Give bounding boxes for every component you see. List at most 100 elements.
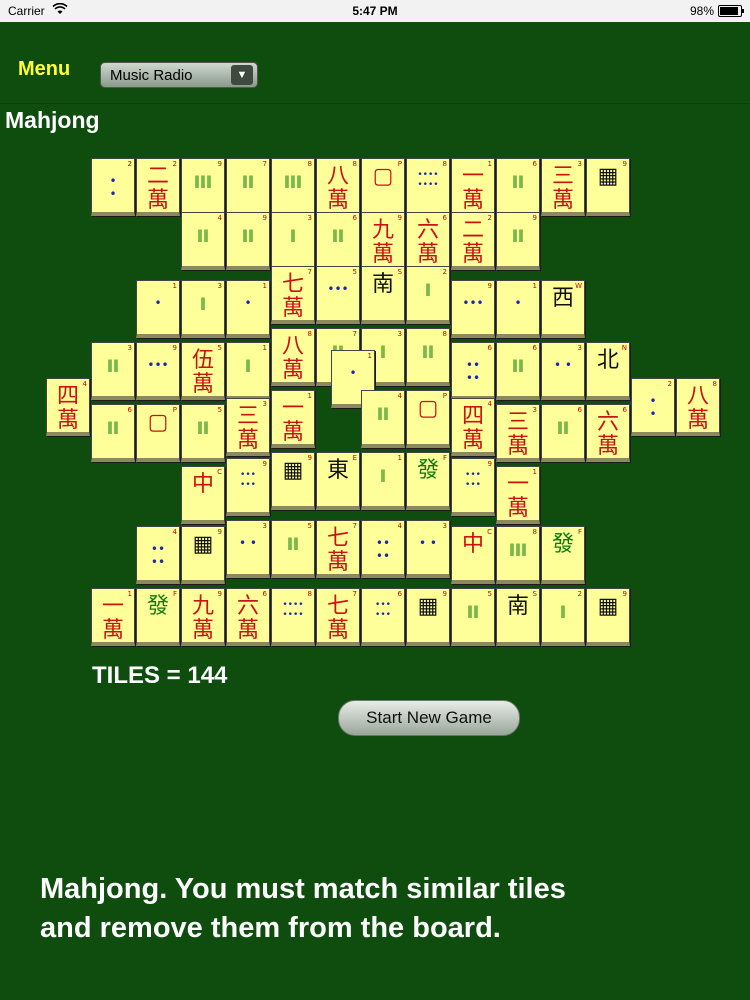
mahjong-tile[interactable]: C中 xyxy=(181,466,225,524)
menu-button[interactable]: Menu xyxy=(18,58,70,81)
mahjong-tile[interactable]: 6 ‖‖ xyxy=(496,158,540,216)
mahjong-tile[interactable]: 4四 萬 xyxy=(451,398,495,456)
tile-corner-label: 3 xyxy=(397,330,402,338)
mahjong-tile[interactable]: 5 ‖‖ xyxy=(271,520,315,578)
tile-face: ‖‖ xyxy=(197,228,209,242)
mahjong-tile[interactable]: 3 • • xyxy=(406,520,450,578)
mahjong-tile[interactable]: 3 ‖‖ xyxy=(91,342,135,400)
tile-corner-label: 9 xyxy=(532,214,537,222)
mahjong-tile[interactable]: 6 ‖‖ xyxy=(496,342,540,400)
tile-corner-label: 8 xyxy=(442,330,447,338)
mahjong-tile[interactable]: 2 ‖ xyxy=(406,266,450,324)
mahjong-tile[interactable]: 9 ▦ xyxy=(406,588,450,646)
mahjong-tile[interactable]: W西 xyxy=(541,280,585,338)
mahjong-tile[interactable]: 1 ‖ xyxy=(226,342,270,400)
mahjong-tile[interactable]: 9九 萬 xyxy=(181,588,225,646)
mahjong-tile[interactable]: 9 ▦ xyxy=(586,588,630,646)
mahjong-tile[interactable]: 3三 萬 xyxy=(226,398,270,456)
mahjong-tile[interactable]: 3 ‖ xyxy=(181,280,225,338)
mahjong-tile[interactable]: 9 ▦ xyxy=(181,526,225,584)
tile-face: •• •• xyxy=(465,358,481,386)
mahjong-tile[interactable]: 9 ‖‖ xyxy=(496,212,540,270)
tile-face: ‖‖ xyxy=(467,604,479,618)
mahjong-tile[interactable]: 6六 萬 xyxy=(226,588,270,646)
mahjong-tile[interactable]: F發 xyxy=(136,588,180,646)
tile-corner-label: 8 xyxy=(307,590,312,598)
mahjong-tile[interactable]: 9 ▦ xyxy=(271,452,315,510)
mahjong-tile[interactable]: 2二 萬 xyxy=(451,212,495,270)
tile-corner-label: 9 xyxy=(217,160,222,168)
mahjong-tile[interactable]: 3三 萬 xyxy=(496,404,540,462)
mahjong-tile[interactable]: 9九 萬 xyxy=(361,212,405,270)
mahjong-tile[interactable]: C中 xyxy=(451,526,495,584)
mahjong-tile[interactable]: 4四 萬 xyxy=(46,378,90,436)
mahjong-tile[interactable]: F發 xyxy=(541,526,585,584)
mahjong-tile[interactable]: 9 ‖‖‖ xyxy=(181,158,225,216)
mahjong-tile[interactable]: 2 • • xyxy=(91,158,135,216)
mahjong-tile[interactable]: S南 xyxy=(496,588,540,646)
mahjong-tile[interactable]: 2 • • xyxy=(631,378,675,436)
mahjong-tile[interactable]: 4 ‖‖ xyxy=(361,390,405,448)
mahjong-tile[interactable]: 2二 萬 xyxy=(136,158,180,216)
mahjong-tile[interactable]: 1 • xyxy=(226,280,270,338)
mahjong-tile[interactable]: 6 ‖‖ xyxy=(541,404,585,462)
mahjong-tile[interactable]: 6 ‖‖ xyxy=(91,404,135,462)
tile-face: ‖ xyxy=(290,228,296,242)
mahjong-tile[interactable]: 9 ••• xyxy=(136,342,180,400)
mahjong-tile[interactable]: E東 xyxy=(316,452,360,510)
mahjong-tile[interactable]: 9 ‖‖ xyxy=(226,212,270,270)
mahjong-tile[interactable]: 8 ‖‖‖ xyxy=(271,158,315,216)
mahjong-tile[interactable]: 9 ••• ••• xyxy=(226,458,270,516)
mahjong-tile[interactable]: 3 • • xyxy=(541,342,585,400)
mahjong-tile[interactable]: 4 •• •• xyxy=(361,520,405,578)
mahjong-tile[interactable]: P ▢ xyxy=(136,404,180,462)
mahjong-tile[interactable]: 1 • xyxy=(496,280,540,338)
mahjong-tile[interactable]: 6 ‖‖ xyxy=(316,212,360,270)
mahjong-tile[interactable]: 7七 萬 xyxy=(271,266,315,324)
mahjong-tile[interactable]: 8八 萬 xyxy=(676,378,720,436)
mahjong-tile[interactable]: 3三 萬 xyxy=(541,158,585,216)
mahjong-tile[interactable]: 4 ‖‖ xyxy=(181,212,225,270)
tile-face: •• •• xyxy=(150,542,166,570)
mahjong-tile[interactable]: 5 ‖‖ xyxy=(181,404,225,462)
mahjong-tile[interactable]: 8八 萬 xyxy=(271,328,315,386)
mahjong-tile[interactable]: 6 ••• ••• xyxy=(361,588,405,646)
mahjong-tile[interactable]: 1 • xyxy=(136,280,180,338)
mahjong-tile[interactable]: F發 xyxy=(406,452,450,510)
mahjong-tile[interactable]: 4 •• •• xyxy=(136,526,180,584)
mahjong-tile[interactable]: 1一 萬 xyxy=(271,390,315,448)
mahjong-tile[interactable]: 1一 萬 xyxy=(496,466,540,524)
mahjong-tile[interactable]: 8八 萬 xyxy=(316,158,360,216)
mahjong-tile[interactable]: P ▢ xyxy=(361,158,405,216)
mahjong-tile[interactable]: 8 •••• •••• xyxy=(271,588,315,646)
mahjong-tile[interactable]: N北 xyxy=(586,342,630,400)
mahjong-tile[interactable]: 5 ‖‖ xyxy=(451,588,495,646)
mahjong-tile[interactable]: 7七 萬 xyxy=(316,520,360,578)
mahjong-tile[interactable]: 7 ‖‖ xyxy=(226,158,270,216)
mahjong-tile[interactable]: 1一 萬 xyxy=(451,158,495,216)
mahjong-tile[interactable]: 9 ••• ••• xyxy=(451,458,495,516)
mahjong-tile[interactable]: 3 • • xyxy=(226,520,270,578)
mahjong-tile[interactable]: 1一 萬 xyxy=(91,588,135,646)
mahjong-tile[interactable]: 5 ••• xyxy=(316,266,360,324)
mahjong-tile[interactable]: 3 ‖ xyxy=(271,212,315,270)
mahjong-tile[interactable]: 2 ‖ xyxy=(541,588,585,646)
music-radio-select[interactable]: Music Radio ▼ xyxy=(100,62,258,88)
tile-corner-label: 5 xyxy=(487,590,492,598)
mahjong-tile[interactable]: 1 ‖ xyxy=(361,452,405,510)
tile-face: 三 萬 xyxy=(551,164,574,214)
mahjong-tile[interactable]: 9 ▦ xyxy=(586,158,630,216)
mahjong-tile[interactable]: 6 •• •• xyxy=(451,342,495,400)
start-new-game-button[interactable]: Start New Game xyxy=(338,700,520,736)
mahjong-tile[interactable]: 5伍 萬 xyxy=(181,342,225,400)
mahjong-tile[interactable]: 6六 萬 xyxy=(406,212,450,270)
mahjong-tile[interactable]: 8 ‖‖‖ xyxy=(496,526,540,584)
mahjong-tile[interactable]: 8 •••• •••• xyxy=(406,158,450,216)
mahjong-tile[interactable]: 6六 萬 xyxy=(586,404,630,462)
mahjong-tile[interactable]: P ▢ xyxy=(406,390,450,448)
mahjong-tile[interactable]: 9 ••• xyxy=(451,280,495,338)
mahjong-tile[interactable]: S南 xyxy=(361,266,405,324)
tile-corner-label: 4 xyxy=(397,522,402,530)
mahjong-tile[interactable]: 7七 萬 xyxy=(316,588,360,646)
mahjong-tile[interactable]: 8 ‖‖ xyxy=(406,328,450,386)
